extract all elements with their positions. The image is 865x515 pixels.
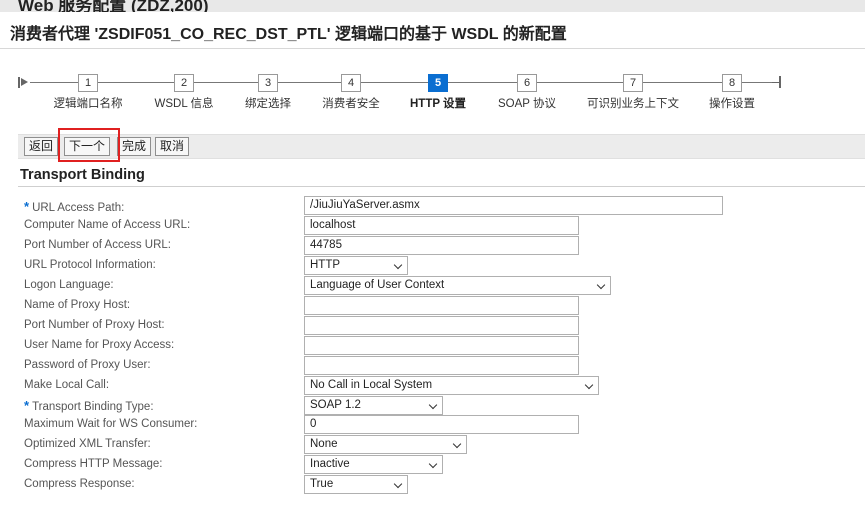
proxy-user-label: User Name for Proxy Access: — [24, 339, 175, 351]
required-marker-icon: * — [24, 398, 30, 413]
roadmap-step-number: 5 — [428, 74, 448, 92]
required-marker-icon: * — [24, 199, 30, 214]
computer-name-input[interactable]: localhost — [304, 216, 579, 235]
finish-button[interactable]: 完成 — [117, 137, 152, 156]
proxy-port-label: Port Number of Proxy Host: — [24, 319, 165, 331]
roadmap-step-number: 6 — [517, 74, 537, 92]
app-title-bar: Web 服务配置 (ZDZ,200) — [0, 0, 865, 12]
compress-response-label: Compress Response: — [24, 478, 135, 490]
url-protocol-label: URL Protocol Information: — [24, 259, 156, 271]
proxy-port-input[interactable] — [304, 316, 579, 335]
roadmap-step-8[interactable]: 8 操作设置 — [682, 73, 782, 111]
title-divider — [0, 48, 865, 49]
proxy-host-label: Name of Proxy Host: — [24, 299, 131, 311]
cancel-button[interactable]: 取消 — [155, 137, 190, 156]
roadmap-step-label: SOAP 协议 — [498, 98, 556, 110]
roadmap-step-number: 4 — [341, 74, 361, 92]
transport-binding-type-select[interactable]: SOAP 1.2 — [304, 396, 443, 415]
logon-language-select[interactable]: Language of User Context — [304, 276, 611, 295]
logon-language-label: Logon Language: — [24, 279, 114, 291]
url-access-path-input[interactable]: /JiuJiuYaServer.asmx — [304, 196, 723, 215]
port-number-input[interactable]: 44785 — [304, 236, 579, 255]
computer-name-label: Computer Name of Access URL: — [24, 219, 191, 231]
max-wait-label: Maximum Wait for WS Consumer: — [24, 418, 198, 430]
roadmap-step-5[interactable]: 5 HTTP 设置 — [388, 73, 488, 111]
port-number-label: Port Number of Access URL: — [24, 239, 171, 251]
roadmap-step-label: 操作设置 — [709, 98, 755, 110]
make-local-call-label: Make Local Call: — [24, 379, 110, 391]
roadmap-step-label: 可识别业务上下文 — [587, 98, 679, 110]
roadmap-step-label: 消费者安全 — [322, 98, 380, 110]
proxy-password-input[interactable] — [304, 356, 579, 375]
compress-response-select[interactable]: True — [304, 475, 408, 494]
chevron-down-icon — [393, 260, 403, 270]
chevron-down-icon — [428, 459, 438, 469]
roadmap-step-label: 逻辑端口名称 — [53, 98, 123, 110]
url-access-path-label: * URL Access Path: — [24, 199, 125, 214]
compress-http-select[interactable]: Inactive — [304, 455, 443, 474]
page-title: 消费者代理 'ZSDIF051_CO_REC_DST_PTL' 逻辑端口的基于 … — [10, 26, 567, 43]
section-divider — [18, 186, 865, 187]
chevron-down-icon — [584, 380, 594, 390]
next-button-highlight — [58, 128, 120, 162]
app-title: Web 服务配置 (ZDZ,200) — [18, 0, 209, 12]
roadmap-step-number: 7 — [623, 74, 643, 92]
proxy-user-input[interactable] — [304, 336, 579, 355]
url-protocol-select[interactable]: HTTP — [304, 256, 408, 275]
optimized-xml-label: Optimized XML Transfer: — [24, 438, 151, 450]
web-service-config-page: Web 服务配置 (ZDZ,200) 消费者代理 'ZSDIF051_CO_RE… — [0, 0, 865, 515]
section-title: Transport Binding — [20, 167, 145, 183]
roadmap-step-number: 2 — [174, 74, 194, 92]
roadmap-step-number: 3 — [258, 74, 278, 92]
roadmap-step-1[interactable]: 1 逻辑端口名称 — [38, 73, 138, 111]
proxy-host-input[interactable] — [304, 296, 579, 315]
roadmap-step-number: 8 — [722, 74, 742, 92]
roadmap-step-6[interactable]: 6 SOAP 协议 — [477, 73, 577, 111]
chevron-down-icon — [596, 280, 606, 290]
back-button[interactable]: 返回 — [24, 137, 59, 156]
make-local-call-select[interactable]: No Call in Local System — [304, 376, 599, 395]
optimized-xml-select[interactable]: None — [304, 435, 467, 454]
roadmap-step-number: 1 — [78, 74, 98, 92]
chevron-down-icon — [393, 479, 403, 489]
roadmap-step-label: HTTP 设置 — [409, 98, 466, 110]
proxy-password-label: Password of Proxy User: — [24, 359, 151, 371]
transport-binding-type-label: * Transport Binding Type: — [24, 398, 154, 413]
roadmap-step-4[interactable]: 4 消费者安全 — [301, 73, 401, 111]
max-wait-input[interactable]: 0 — [304, 415, 579, 434]
chevron-down-icon — [428, 400, 438, 410]
roadmap-step-7[interactable]: 7 可识别业务上下文 — [583, 73, 683, 111]
compress-http-label: Compress HTTP Message: — [24, 458, 163, 470]
chevron-down-icon — [452, 439, 462, 449]
roadmap-start-icon — [18, 77, 30, 88]
